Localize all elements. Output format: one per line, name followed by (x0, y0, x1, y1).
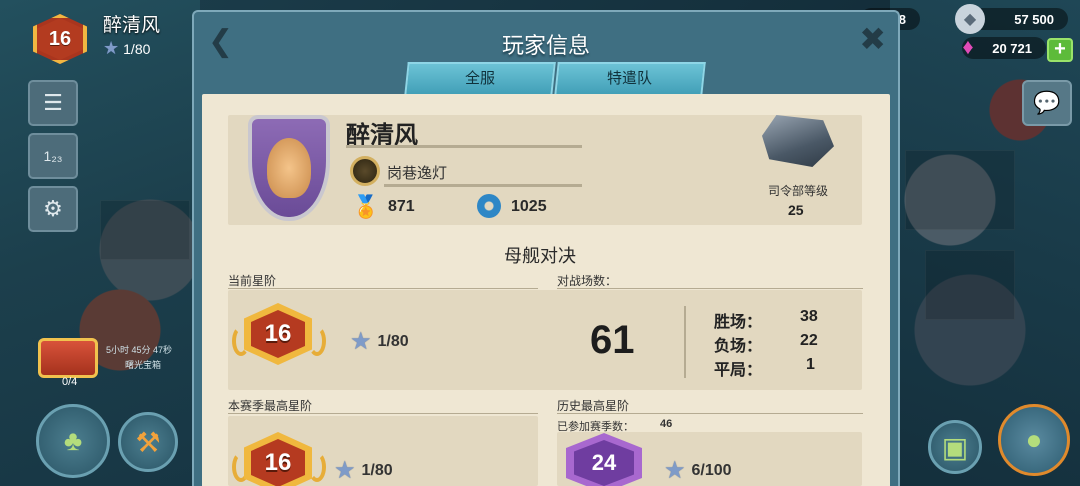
ranking-icon: 1₂₃ (43, 148, 63, 164)
add-gems-button[interactable]: + (1047, 38, 1073, 62)
divider (384, 184, 582, 187)
gear-points-icon (477, 194, 501, 218)
guild-name[interactable]: 岗巷逸灯 (387, 162, 447, 183)
current-rank-label: 当前星阶 (228, 274, 277, 288)
divider (557, 288, 863, 289)
gear-icon: ⚙ (43, 196, 63, 221)
star-icon: ★ (664, 457, 686, 484)
divider (557, 413, 863, 414)
base-icon: ▣ (941, 431, 969, 463)
section-title: 母舰对决 (504, 246, 576, 266)
crystal-icon: ◆ (955, 4, 985, 34)
close-icon[interactable]: ✖ (859, 20, 886, 58)
chat-icon: 💬 (1033, 90, 1061, 115)
hud-stars: ★ 1/80 (103, 38, 150, 59)
divider (228, 413, 538, 414)
hq-level-label: 司令部等级 (768, 184, 829, 198)
battles-label: 对战场数： (557, 274, 618, 288)
chest-icon[interactable] (38, 338, 98, 378)
history-best-stars-value: 6/100 (691, 461, 732, 479)
hq-button[interactable]: ▣ (928, 420, 982, 474)
wins-value: 38 (800, 308, 818, 325)
losses-label: 负场： (714, 338, 763, 355)
losses-value: 22 (800, 332, 818, 349)
hud-player-name: 醉清风 (103, 15, 161, 36)
globe-icon: ● (1025, 424, 1043, 455)
battle-count: 61 (590, 318, 635, 362)
medal-count: 871 (388, 198, 415, 215)
settings-button[interactable]: ⚙ (28, 186, 78, 232)
star-icon: ★ (350, 328, 372, 355)
seasons-joined-value: 46 (660, 418, 673, 430)
dialog-title: 玩家信息 (501, 33, 590, 58)
hamburger-icon: ☰ (43, 90, 63, 115)
season-best-label: 本赛季最高星阶 (228, 399, 313, 413)
chest-count: 0/4 (62, 376, 78, 388)
current-rank-value: 16 (251, 310, 305, 358)
gem-icon: ♦ (962, 34, 974, 59)
wins-label: 胜场： (714, 314, 763, 331)
medal-icon: 🏅 (352, 194, 380, 219)
attack-button[interactable]: ● (998, 404, 1070, 476)
draws-value: 1 (806, 356, 815, 373)
map-icon: ♣ (63, 425, 83, 456)
draws-label: 平局： (714, 362, 763, 379)
gear-count: 1025 (511, 198, 547, 215)
divider (346, 145, 582, 148)
map-button[interactable]: ♣ (36, 404, 110, 478)
wings-emblem-icon (267, 138, 311, 198)
divider (228, 288, 538, 289)
scene-tile (905, 150, 1015, 230)
hud-stars-value: 1/80 (123, 40, 151, 57)
leaderboard-button[interactable]: 1₂₃ (28, 133, 78, 179)
current-stars-value: 1/80 (377, 332, 409, 350)
hq-level-value: 25 (788, 202, 804, 218)
current-stars: ★ 1/80 (350, 327, 409, 356)
crystal-value: 57 500 (1014, 11, 1054, 27)
star-icon: ★ (103, 38, 120, 58)
season-best-stars: ★ 1/80 (334, 456, 393, 485)
guild-badge-icon[interactable] (350, 156, 380, 186)
chest-timer: 5小时 45分 47秒 (106, 345, 173, 355)
vertical-divider (684, 306, 686, 378)
gem-value: 20 721 (992, 40, 1032, 56)
season-best-stars-value: 1/80 (361, 461, 393, 479)
hammer-icon: ⚒ (135, 426, 161, 458)
history-best-stars: ★ 6/100 (664, 456, 732, 485)
tab-global[interactable]: 全服 (404, 62, 556, 96)
build-button[interactable]: ⚒ (118, 412, 178, 472)
star-icon: ★ (334, 457, 356, 484)
chat-button[interactable]: 💬 (1022, 80, 1072, 126)
season-best-rank-value: 16 (251, 439, 305, 486)
menu-button[interactable]: ☰ (28, 80, 78, 126)
tab-taskforce-label: 特遣队 (607, 70, 653, 87)
chest-label: 曙光宝箱 (125, 360, 162, 370)
tab-global-label: 全服 (464, 70, 495, 87)
history-best-rank-value: 24 (574, 440, 634, 486)
history-best-label: 历史最高星阶 (557, 399, 630, 413)
tab-taskforce[interactable]: 特遣队 (554, 62, 706, 96)
